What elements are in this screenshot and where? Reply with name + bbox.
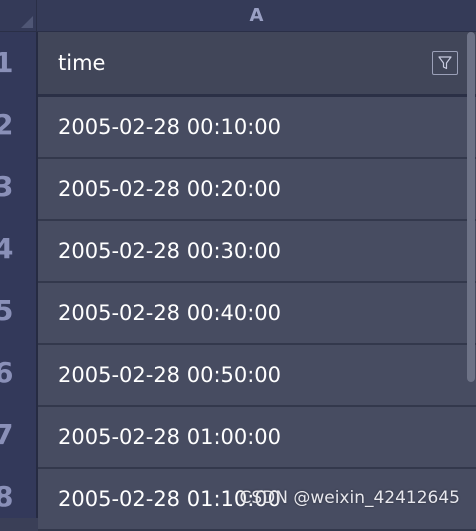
- table-row[interactable]: 2005-02-28 00:20:00: [38, 159, 476, 221]
- table-row[interactable]: 2005-02-28 00:50:00: [38, 345, 476, 407]
- cell-value: 2005-02-28 00:40:00: [58, 301, 282, 325]
- vertical-scrollbar[interactable]: [467, 32, 475, 382]
- cell-value: 2005-02-28 00:50:00: [58, 363, 282, 387]
- row-number[interactable]: 4: [0, 232, 34, 265]
- table-row[interactable]: 2005-02-28 00:40:00: [38, 283, 476, 345]
- row-number-gutter: 1 2 3 4 5 6 7 8: [0, 32, 38, 518]
- header-cell-time[interactable]: time: [38, 32, 476, 97]
- row-number[interactable]: 1: [0, 46, 34, 79]
- row-number[interactable]: 2: [0, 108, 34, 141]
- filter-button[interactable]: [432, 51, 458, 75]
- table-row[interactable]: 2005-02-28 00:30:00: [38, 221, 476, 283]
- header-cell-label: time: [58, 51, 106, 75]
- data-grid: time 2005-02-28 00:10:00 2005-02-28 00:2…: [38, 32, 476, 531]
- cell-value: 2005-02-28 00:30:00: [58, 239, 282, 263]
- column-header-a[interactable]: A: [37, 0, 476, 32]
- row-number[interactable]: 7: [0, 418, 34, 451]
- filter-icon: [438, 56, 452, 70]
- table-row[interactable]: 2005-02-28 00:10:00: [38, 97, 476, 159]
- select-all-icon: [21, 16, 33, 28]
- column-header-label: A: [249, 5, 264, 26]
- cell-value: 2005-02-28 00:10:00: [58, 115, 282, 139]
- row-number[interactable]: 5: [0, 294, 34, 327]
- row-number[interactable]: 3: [0, 170, 34, 203]
- cell-value: 2005-02-28 01:00:00: [58, 425, 282, 449]
- row-number[interactable]: 8: [0, 480, 34, 513]
- table-row[interactable]: 2005-02-28 01:00:00: [38, 407, 476, 469]
- row-number[interactable]: 6: [0, 356, 34, 389]
- cell-value: 2005-02-28 00:20:00: [58, 177, 282, 201]
- select-all-corner[interactable]: [0, 0, 37, 32]
- watermark: CSDN @weixin_42412645: [239, 488, 460, 508]
